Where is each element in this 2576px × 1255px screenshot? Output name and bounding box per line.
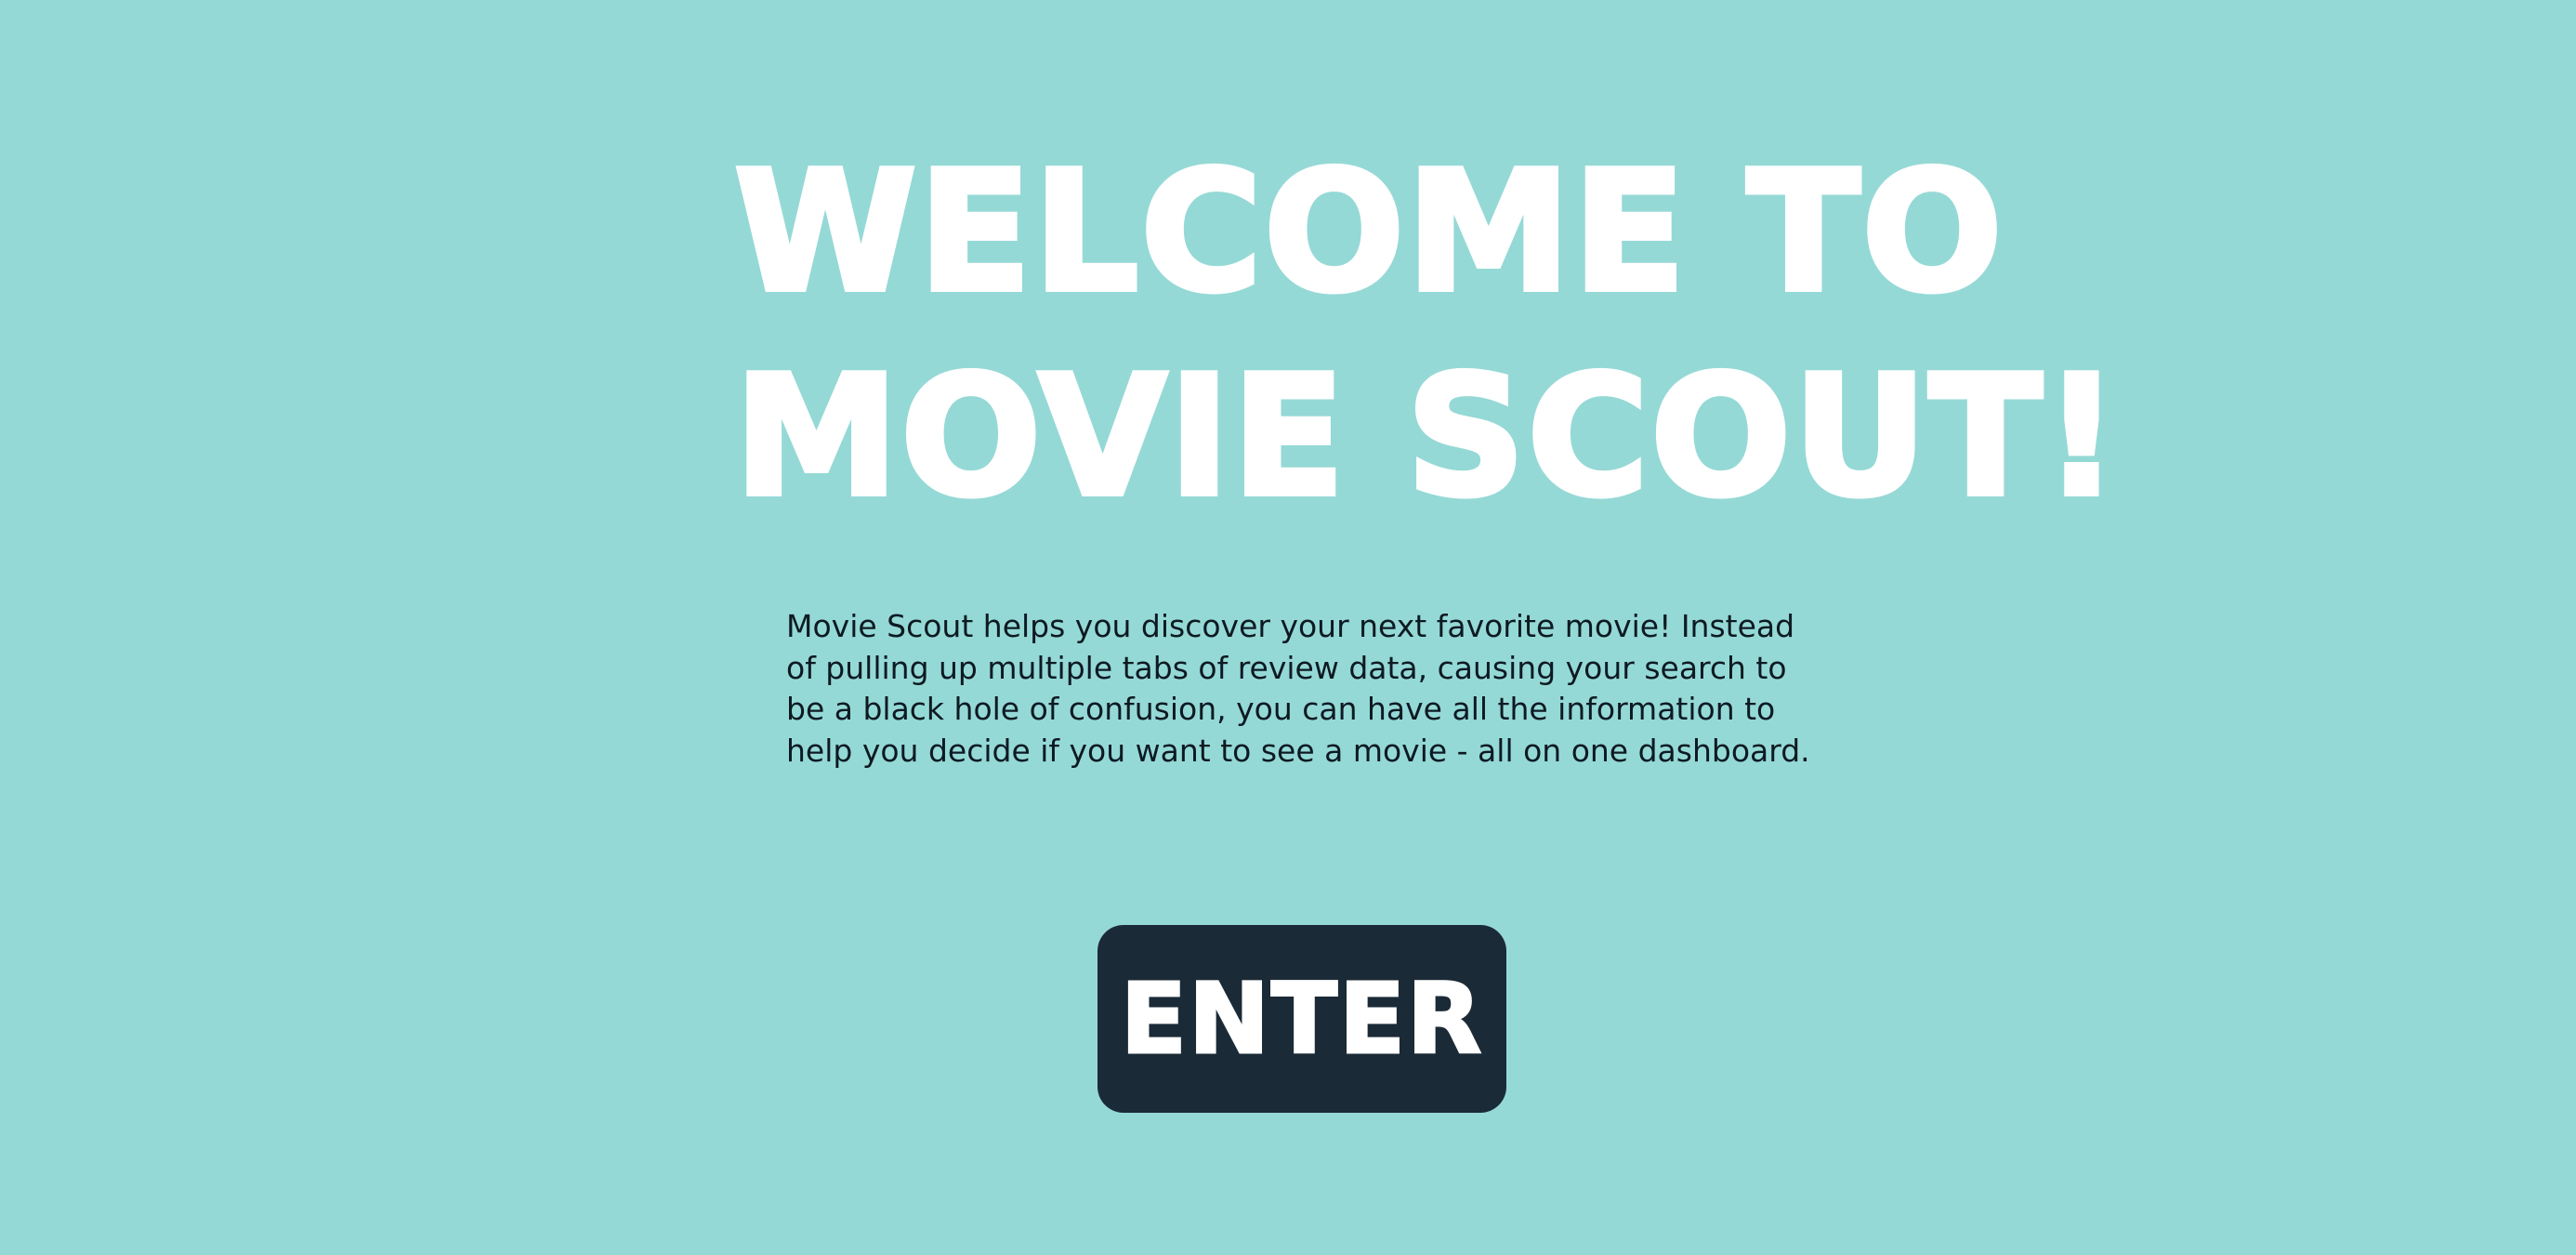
title-line-2: MOVIE SCOUT! (731, 337, 2123, 535)
title-line-1: WELCOME TO (731, 133, 2005, 331)
page-title: WELCOME TO MOVIE SCOUT! (731, 130, 2123, 539)
enter-button[interactable]: ENTER (1097, 925, 1506, 1113)
intro-description: Movie Scout helps you discover your next… (786, 608, 1810, 769)
enter-button-label: ENTER (1119, 961, 1484, 1077)
